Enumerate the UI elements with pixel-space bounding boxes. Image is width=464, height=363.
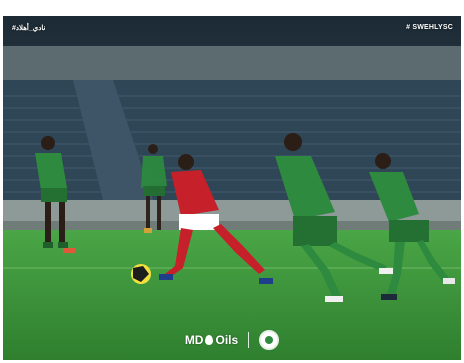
hashtag-left: #نادي_أهلاد xyxy=(12,25,46,32)
sponsor-divider xyxy=(248,332,250,348)
football xyxy=(131,264,151,284)
club-crest-icon xyxy=(259,330,280,350)
match-photo-frame: #نادي_أهلاد # SWEHLYSC MD Oils xyxy=(3,16,461,360)
sponsor-brand-suffix: Oils xyxy=(215,333,239,347)
upper-tier-wall xyxy=(3,46,461,80)
match-photo xyxy=(3,16,461,360)
sponsor-logo: MD Oils xyxy=(185,333,238,347)
sponsor-bar: MD Oils xyxy=(3,328,461,352)
sponsor-brand-prefix: MD xyxy=(184,333,204,347)
oil-drop-icon xyxy=(205,335,214,345)
hashtag-right: # SWEHLYSC xyxy=(406,24,453,31)
